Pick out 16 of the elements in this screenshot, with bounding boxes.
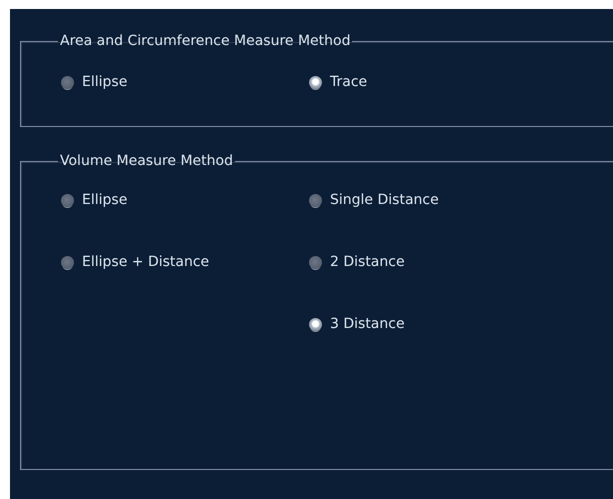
radio-option[interactable]: Ellipse bbox=[61, 74, 128, 90]
radio-button[interactable] bbox=[309, 194, 322, 206]
radio-button[interactable] bbox=[61, 76, 74, 88]
radio-button[interactable] bbox=[61, 194, 74, 206]
group-title: Area and Circumference Measure Method bbox=[59, 33, 352, 49]
radio-option[interactable]: 3 Distance bbox=[309, 316, 405, 332]
radio-button[interactable] bbox=[309, 318, 322, 330]
radio-option[interactable]: Single Distance bbox=[309, 192, 439, 208]
radio-button[interactable] bbox=[309, 256, 322, 268]
group-title: Volume Measure Method bbox=[59, 153, 234, 169]
radio-option[interactable]: Trace bbox=[309, 74, 368, 90]
radio-button[interactable] bbox=[61, 256, 74, 268]
radio-button[interactable] bbox=[309, 76, 322, 88]
radio-option[interactable]: Ellipse + Distance bbox=[61, 254, 210, 270]
radio-option[interactable]: Ellipse bbox=[61, 192, 128, 208]
radio-option[interactable]: 2 Distance bbox=[309, 254, 405, 270]
